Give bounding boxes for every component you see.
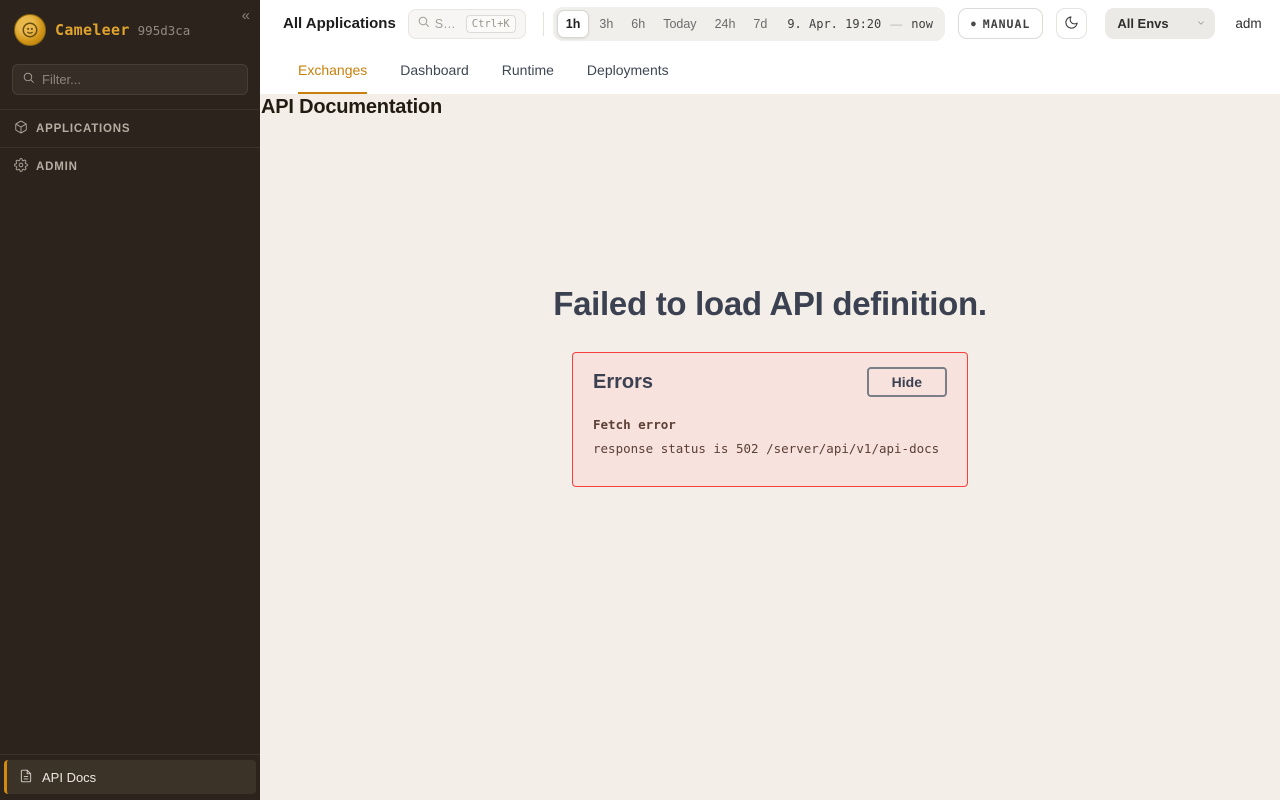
environment-select[interactable]: All Envs [1105, 8, 1215, 39]
collapse-sidebar-icon[interactable]: « [242, 8, 250, 23]
manual-dot-icon: ● [971, 19, 977, 28]
hide-errors-button[interactable]: Hide [867, 367, 947, 397]
sidebar-section-label: APPLICATIONS [36, 123, 130, 135]
package-icon [14, 120, 28, 137]
time-range-group: 1h 3h 6h Today 24h 7d 9. Apr. 19:20 — no… [553, 7, 945, 41]
main-content: API Documentation Failed to load API def… [260, 94, 1280, 800]
errors-panel-title: Errors [593, 371, 653, 394]
time-range-separator: — [890, 17, 902, 31]
page-title: API Documentation [260, 94, 1280, 119]
time-range-7d[interactable]: 7d [745, 10, 775, 38]
time-range-start[interactable]: 9. Apr. 19:20 [787, 17, 881, 31]
app-tabs: Exchanges Dashboard Runtime Deployments [260, 47, 1280, 94]
header-divider [543, 12, 544, 36]
dark-mode-toggle[interactable] [1056, 8, 1087, 39]
search-icon [417, 15, 430, 33]
environment-select-value: All Envs [1117, 16, 1168, 31]
brand-row: Cameleer 995d3ca « [0, 0, 260, 58]
time-range-end[interactable]: now [911, 17, 933, 31]
time-range-6h[interactable]: 6h [623, 10, 653, 38]
user-name: adm [1235, 16, 1261, 31]
time-range-1h[interactable]: 1h [557, 10, 590, 38]
filter-input[interactable] [42, 72, 238, 87]
time-range-today[interactable]: Today [655, 10, 704, 38]
global-search[interactable]: Ctrl+K [408, 9, 526, 39]
gear-icon [14, 158, 28, 175]
page-context-title: All Applications [283, 15, 396, 32]
content-column: All Applications Ctrl+K 1h 3h 6h Today 2… [260, 0, 1280, 800]
sidebar-section-applications[interactable]: APPLICATIONS [0, 109, 260, 147]
tab-exchanges[interactable]: Exchanges [298, 47, 367, 94]
sidebar: Cameleer 995d3ca « APPLICATIONS [0, 0, 260, 800]
sidebar-item-api-docs[interactable]: API Docs [4, 760, 256, 794]
global-search-input[interactable] [435, 17, 461, 31]
cameleer-logo [14, 14, 46, 46]
search-shortcut-badge: Ctrl+K [466, 15, 516, 33]
tab-dashboard[interactable]: Dashboard [400, 47, 469, 94]
sidebar-section-label: ADMIN [36, 161, 78, 173]
moon-icon [1064, 15, 1079, 33]
sidebar-section-admin[interactable]: ADMIN [0, 147, 260, 185]
manual-refresh-button[interactable]: ● MANUAL [958, 8, 1043, 39]
manual-label: MANUAL [983, 17, 1031, 31]
chevron-down-icon [1196, 16, 1206, 31]
error-message: response status is 502 /server/api/v1/ap… [593, 441, 947, 456]
filter-input-wrap [12, 64, 248, 95]
errors-panel-header: Errors Hide [593, 367, 947, 397]
tab-runtime[interactable]: Runtime [502, 47, 554, 94]
time-range-24h[interactable]: 24h [707, 10, 744, 38]
search-icon [22, 71, 35, 89]
time-range-3h[interactable]: 3h [591, 10, 621, 38]
sidebar-footer: API Docs [0, 754, 260, 800]
brand-name: Cameleer [55, 21, 130, 39]
brand-version: 995d3ca [138, 23, 191, 38]
swagger-fail-title: Failed to load API definition. [260, 285, 1280, 323]
sidebar-item-label: API Docs [42, 770, 96, 785]
tab-deployments[interactable]: Deployments [587, 47, 669, 94]
app-root: Cameleer 995d3ca « APPLICATIONS [0, 0, 1280, 800]
errors-panel: Errors Hide Fetch error response status … [572, 352, 968, 487]
document-icon [19, 769, 33, 786]
topbar: All Applications Ctrl+K 1h 3h 6h Today 2… [260, 0, 1280, 47]
error-name: Fetch error [593, 417, 947, 432]
